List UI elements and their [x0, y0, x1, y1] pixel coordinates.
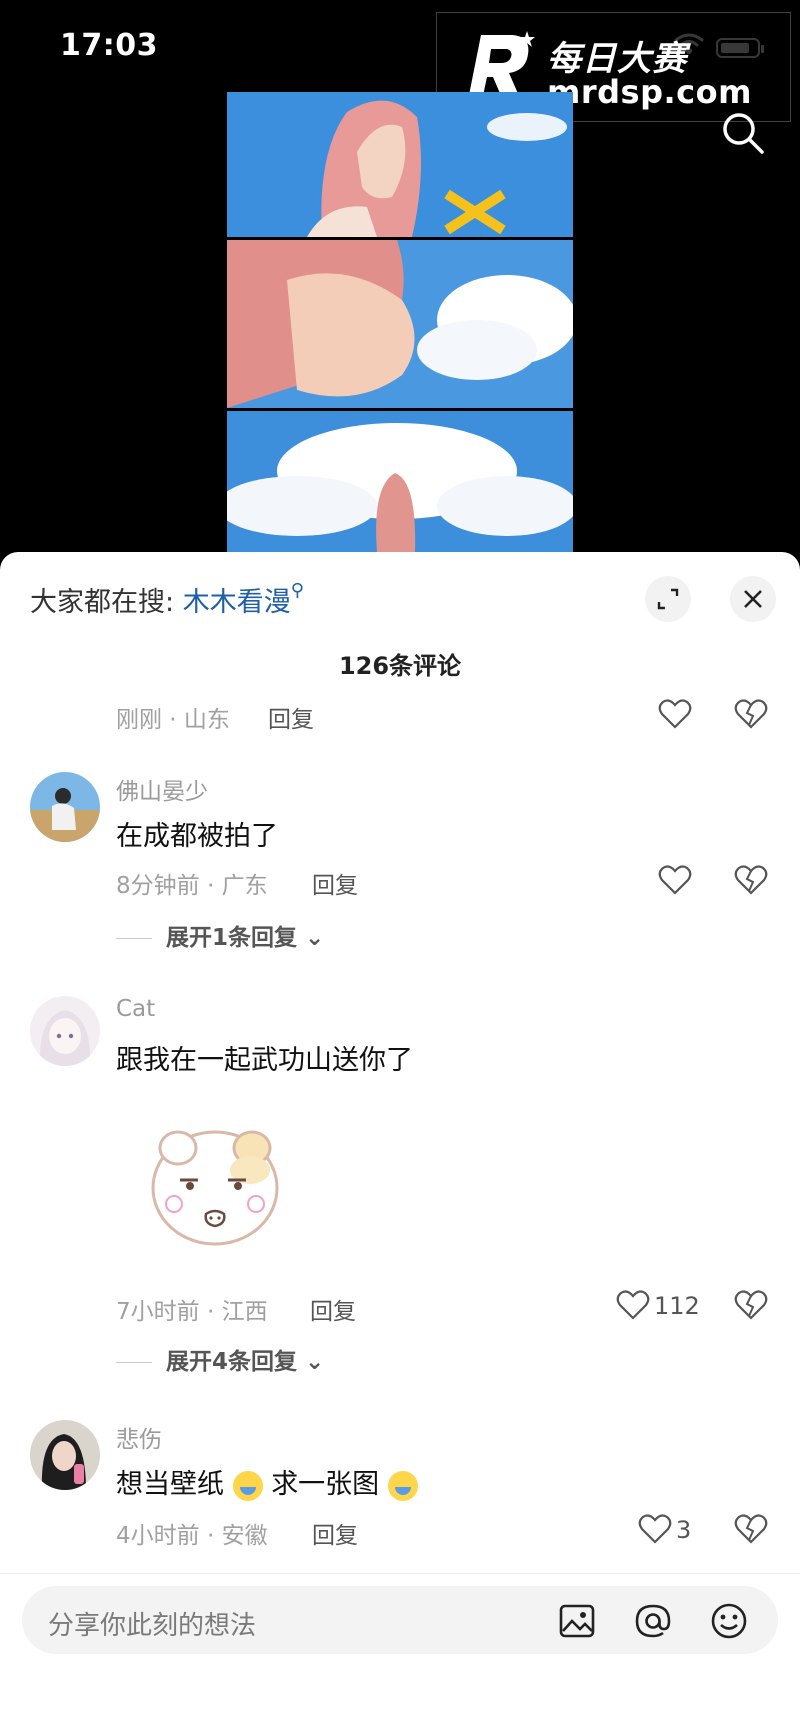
crying-emoji-icon — [387, 1470, 418, 1501]
video-frame-1 — [227, 92, 573, 237]
reply-button[interactable]: 回复 — [312, 866, 358, 900]
expand-replies-button[interactable]: 展开1条回复 ⌄ — [116, 918, 324, 952]
emoji-icon[interactable] — [708, 1600, 750, 1642]
like-icon[interactable] — [658, 864, 692, 896]
comment-username[interactable]: 佛山晏少 — [116, 772, 208, 806]
comment-count: 126条评论 — [338, 652, 462, 680]
video-frame-2 — [227, 240, 573, 408]
video-frame-3 — [227, 411, 573, 552]
comment-text: 想当壁纸 求一张图 — [116, 1462, 418, 1501]
divider-line — [116, 1362, 152, 1363]
watermark-url: mrdsp.com — [547, 73, 752, 111]
dislike-icon[interactable] — [734, 1513, 768, 1545]
like-icon[interactable] — [638, 1513, 672, 1545]
comment-meta: 4小时前 · 安徽 — [116, 1523, 268, 1549]
comment-input-placeholder: 分享你此刻的想法 — [48, 1611, 257, 1641]
comment-input[interactable]: 分享你此刻的想法 — [22, 1586, 778, 1654]
close-button[interactable] — [730, 576, 776, 622]
like-count: 3 — [676, 1516, 692, 1544]
expand-replies-label: 展开1条回复 — [166, 925, 298, 951]
comment-text-part: 想当壁纸 — [116, 1469, 224, 1500]
dislike-icon[interactable] — [734, 1289, 768, 1321]
comment-input-bar: 分享你此刻的想法 — [0, 1573, 800, 1732]
reply-button[interactable]: 回复 — [268, 700, 314, 734]
video-player[interactable] — [227, 92, 573, 552]
comment-meta: 7小时前 · 江西 — [116, 1299, 268, 1325]
avatar[interactable] — [30, 772, 100, 842]
fullscreen-button[interactable] — [645, 576, 691, 622]
like-count: 112 — [654, 1292, 700, 1320]
hot-search-prefix: 大家都在搜: — [30, 587, 175, 618]
like-icon[interactable] — [658, 698, 692, 730]
comment-text: 跟我在一起武功山送你了 — [116, 1045, 413, 1076]
chevron-down-icon: ⌄ — [305, 925, 325, 951]
reply-button[interactable]: 回复 — [310, 1292, 356, 1326]
comment-username[interactable]: 悲伤 — [116, 1420, 162, 1454]
chevron-down-icon: ⌄ — [305, 1349, 325, 1375]
expand-replies-label: 展开4条回复 — [166, 1349, 298, 1375]
status-time: 17:03 — [60, 28, 158, 63]
divider-line — [116, 938, 152, 939]
close-icon — [744, 590, 762, 608]
small-search-icon: ⚲ — [290, 580, 304, 601]
dislike-icon[interactable] — [734, 698, 768, 730]
comments-sheet: 大家都在搜: 木木看漫⚲ 126条评论 刚刚 · 山东 回复 佛山晏少 在成都被… — [0, 552, 800, 1731]
search-icon[interactable] — [720, 110, 766, 156]
comment-text: 在成都被拍了 — [116, 821, 278, 852]
expand-icon — [657, 588, 679, 610]
hot-search-bar[interactable]: 大家都在搜: 木木看漫⚲ — [30, 580, 304, 619]
like-icon[interactable] — [616, 1289, 650, 1321]
dislike-icon[interactable] — [734, 864, 768, 896]
avatar[interactable] — [30, 1420, 100, 1490]
reply-button[interactable]: 回复 — [312, 1516, 358, 1550]
mention-icon[interactable] — [632, 1600, 674, 1642]
image-icon[interactable] — [556, 1600, 598, 1642]
hot-search-keyword[interactable]: 木木看漫 — [183, 587, 291, 618]
crying-emoji-icon — [232, 1470, 263, 1501]
comment-text-part: 求一张图 — [271, 1469, 380, 1500]
comment-meta: 8分钟前 · 广东 — [116, 873, 268, 899]
comment-username[interactable]: Cat — [116, 996, 155, 1022]
comment-meta: 刚刚 · 山东 — [116, 707, 230, 733]
expand-replies-button[interactable]: 展开4条回复 ⌄ — [116, 1342, 324, 1376]
sticker-image[interactable] — [140, 1112, 290, 1252]
avatar[interactable] — [30, 996, 100, 1066]
